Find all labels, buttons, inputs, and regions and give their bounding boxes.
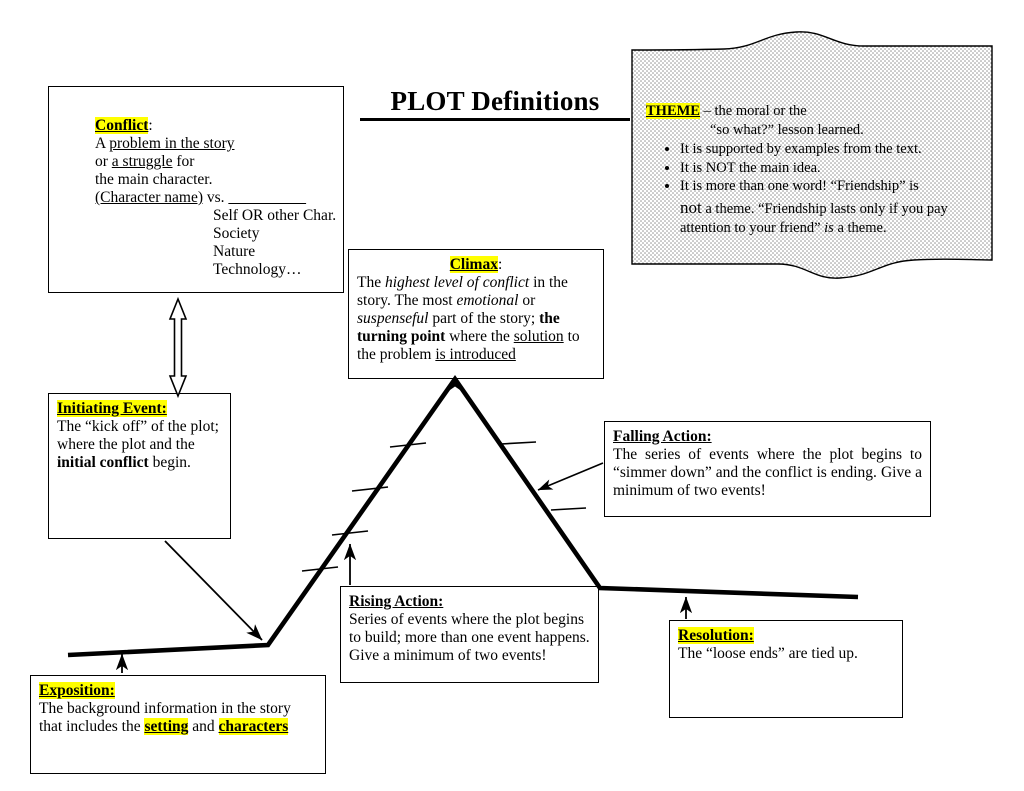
falling-body: The series of events where the plot begi… (613, 445, 922, 499)
conflict-heading-label: Conflict (95, 117, 149, 134)
falling-action-box: Falling Action: The series of events whe… (604, 421, 931, 517)
conflict-inner: Conflict: A problem in the story or a st… (49, 87, 343, 279)
conflict-line-4: (Character name) vs. __________ (95, 189, 343, 207)
climax-t10: solution (513, 327, 564, 345)
initiating-heading-label: Initiating Event: (57, 400, 167, 417)
conflict-option-1: Society (213, 224, 260, 242)
conflict-heading-colon: : (148, 117, 153, 134)
climax-box: Climax: The highest level of conflict in… (348, 249, 604, 379)
climax-t2: highest level of conflict (384, 273, 530, 291)
climax-t4: emotional (456, 291, 519, 309)
exposition-body: The background information in the story … (39, 700, 317, 736)
resolution-body: The “loose ends” are tied up. (678, 644, 858, 662)
theme-text-block: THEME – the moral or the “so what?” less… (646, 102, 986, 238)
climax-heading-colon: : (497, 256, 503, 273)
theme-tail-c: a theme. (833, 220, 887, 237)
resolution-heading: Resolution: (678, 627, 894, 645)
conflict-line-1-a: A (95, 134, 110, 152)
page-title-text: PLOT Definitions (390, 86, 600, 116)
theme-tail-not: not (680, 198, 702, 218)
conflict-line-1: A problem in the story (95, 135, 343, 153)
theme-tail-line-2: attention to your friend” is a theme. (680, 219, 986, 238)
conflict-option-2: Nature (213, 242, 256, 260)
conflict-heading: Conflict: (95, 117, 343, 135)
theme-tail-text: not a theme. “Friendship lasts only if y… (680, 197, 986, 238)
climax-t12: is introduced (435, 345, 516, 363)
rising-action-box: Rising Action: Series of events where th… (340, 586, 599, 683)
initiating-pointer-arrow (164, 540, 263, 641)
theme-bullet-list: It is supported by examples from the tex… (646, 140, 986, 197)
conflict-blank-line: __________ (228, 188, 306, 206)
conflict-initiating-double-arrow (168, 296, 188, 399)
falling-pointer-arrow (537, 462, 604, 491)
falling-slope-ticks (500, 441, 587, 511)
conflict-line-2-a: or (95, 152, 112, 170)
climax-body: The highest level of conflict in the sto… (357, 274, 595, 364)
exposition-heading: Exposition: (39, 682, 317, 700)
conflict-line-1-b: problem in the story (109, 134, 235, 152)
conflict-line-2-c: for (172, 152, 195, 170)
rising-slope-ticks (301, 442, 427, 572)
title-underline (360, 118, 630, 121)
theme-tail-a: a theme. “Friendship lasts only if you p… (701, 201, 948, 218)
plot-definitions-diagram: PLOT Definitions THEME – the moral or th… (0, 0, 1024, 791)
page-title: PLOT Definitions (360, 86, 630, 121)
conflict-box: Conflict: A problem in the story or a st… (48, 86, 344, 293)
climax-t1: The (357, 273, 385, 291)
theme-label: THEME (646, 103, 700, 119)
initiating-t2: initial conflict (57, 453, 149, 471)
theme-tail-is: is (824, 220, 834, 237)
initiating-heading: Initiating Event: (57, 400, 222, 418)
theme-tail-b: attention to your friend” (680, 220, 825, 237)
conflict-line-2-b: a struggle (111, 152, 173, 170)
climax-t9: where the (445, 327, 514, 345)
theme-bullet-3: It is more than one word! “Friendship” i… (680, 177, 986, 196)
initiating-body: The “kick off” of the plot; where the pl… (57, 418, 222, 472)
initiating-t1: The “kick off” of the plot; where the pl… (57, 417, 219, 453)
initiating-event-box: Initiating Event: The “kick off” of the … (48, 393, 231, 539)
conflict-line-4-a: (Character name) (95, 188, 204, 206)
theme-bullet-1: It is supported by examples from the tex… (680, 140, 986, 159)
conflict-options: Self OR other Char. Society Nature Techn… (213, 207, 343, 279)
conflict-line-4-b: vs. (203, 188, 229, 206)
falling-heading: Falling Action: (613, 428, 712, 445)
exposition-heading-label: Exposition: (39, 682, 115, 699)
initiating-t3: begin. (148, 453, 191, 471)
exposition-t3: and (188, 717, 219, 735)
exposition-t4: characters (218, 717, 289, 735)
rising-heading: Rising Action: (349, 593, 444, 610)
resolution-heading-label: Resolution: (678, 627, 754, 644)
theme-bullet-2: It is NOT the main idea. (680, 159, 986, 178)
theme-line-1-rest: – the moral or the (699, 103, 807, 119)
conflict-line-2: or a struggle for (95, 153, 343, 171)
theme-line-2: “so what?” lesson learned. (710, 121, 864, 138)
theme-callout: THEME – the moral or the “so what?” less… (628, 28, 996, 280)
climax-t6: suspenseful (357, 309, 429, 327)
conflict-option-3: Technology… (213, 260, 302, 278)
conflict-line-3: the main character. (95, 170, 213, 188)
climax-t5: or (518, 291, 536, 309)
rising-body: Series of events where the plot begins t… (349, 610, 590, 664)
exposition-box: Exposition: The background information i… (30, 675, 326, 774)
exposition-t2: setting (144, 717, 189, 735)
climax-t7: part of the story; (428, 309, 540, 327)
theme-line-1: THEME – the moral or the (646, 102, 986, 121)
conflict-option-0: Self OR other Char. (213, 206, 337, 224)
resolution-box: Resolution: The “loose ends” are tied up… (669, 620, 903, 718)
climax-heading-label: Climax (449, 256, 498, 273)
climax-heading: Climax: (357, 256, 595, 274)
